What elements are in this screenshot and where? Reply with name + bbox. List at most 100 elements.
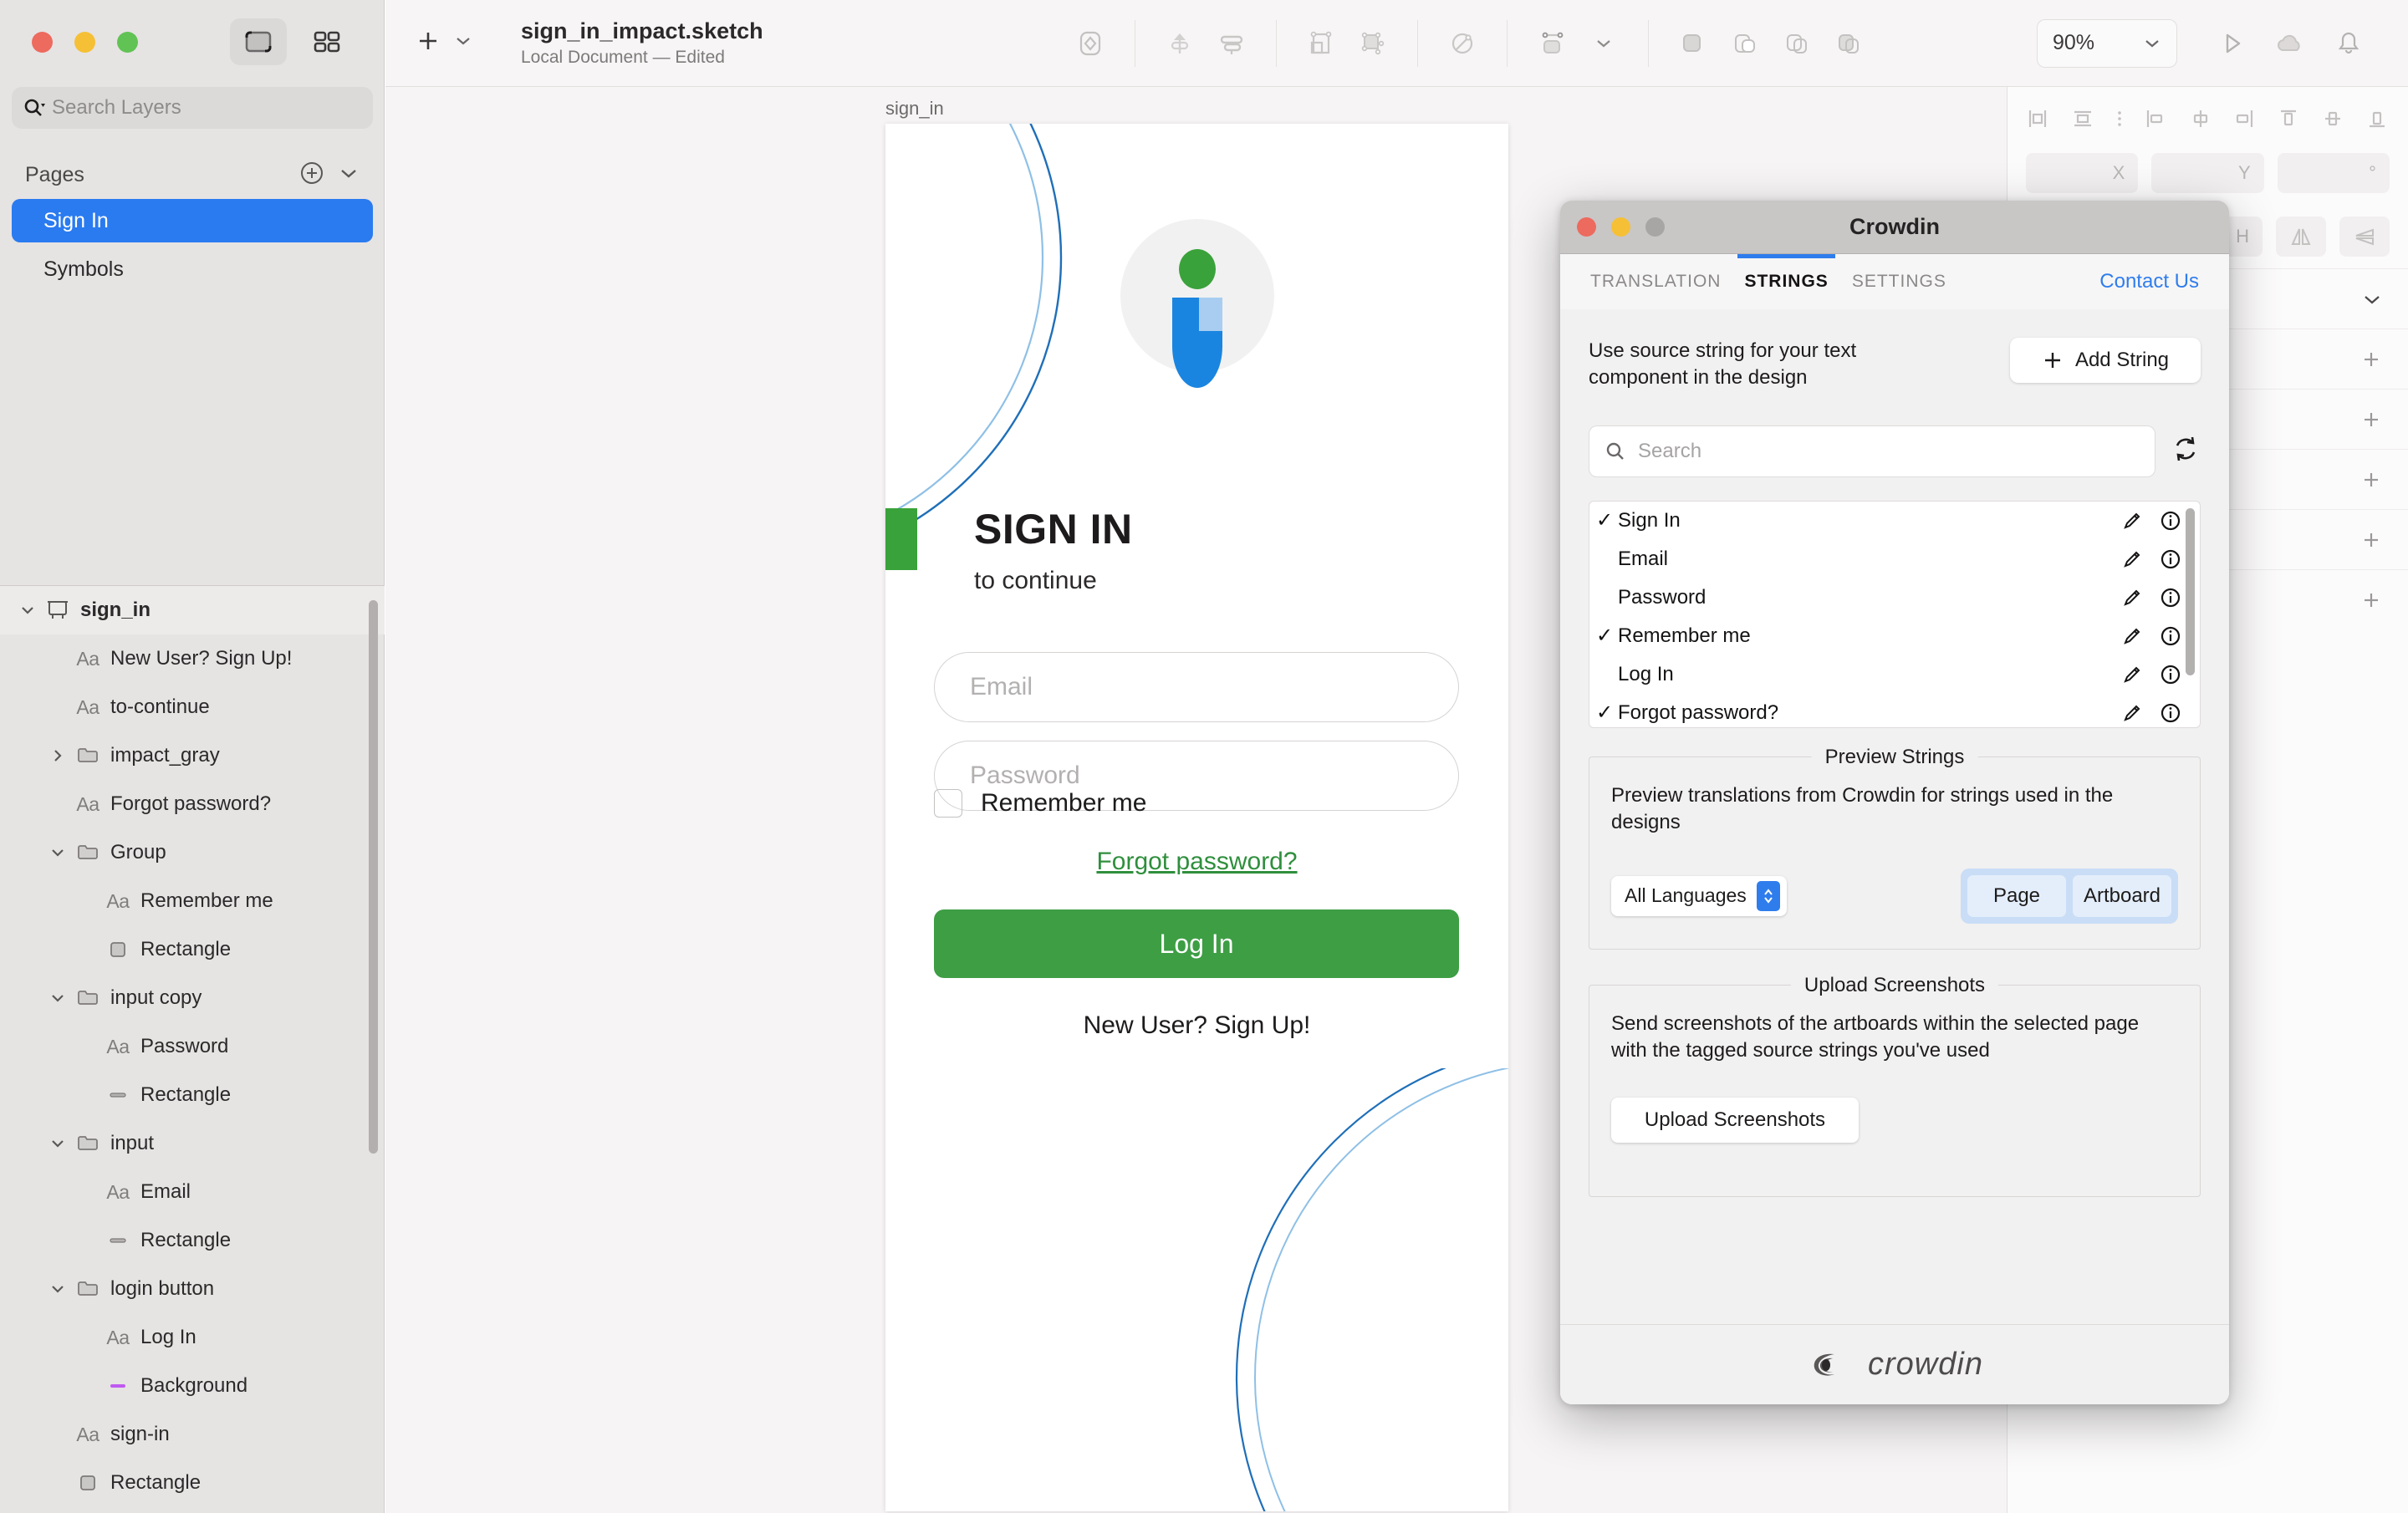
remember-me-checkbox[interactable]	[934, 789, 962, 818]
align-edge-left-button[interactable]	[2144, 107, 2169, 135]
design-email-input[interactable]: Email	[934, 652, 1459, 722]
string-list-item[interactable]: Password	[1589, 578, 2200, 617]
edit-string-button[interactable]	[2113, 586, 2151, 609]
plugin-minimize-button[interactable]	[1611, 217, 1630, 237]
edit-shape-menu-button[interactable]	[1578, 20, 1630, 67]
align-top-button[interactable]	[2276, 107, 2301, 135]
tab-strings[interactable]: STRINGS	[1744, 254, 1828, 309]
layer-row[interactable]: impact_gray	[0, 731, 385, 780]
rotation-field[interactable]: °	[2278, 153, 2390, 193]
layer-row[interactable]: AaLog In	[0, 1313, 385, 1362]
flip-vertical-button[interactable]	[2339, 217, 2390, 257]
insert-button[interactable]	[414, 27, 442, 59]
layer-row[interactable]: AaEmail	[0, 1168, 385, 1216]
add-string-button[interactable]: Add String	[2010, 338, 2201, 383]
upload-screenshots-button[interactable]: Upload Screenshots	[1611, 1098, 1859, 1143]
layer-disclosure-arrow[interactable]	[45, 748, 70, 763]
layer-disclosure-arrow[interactable]	[45, 993, 70, 1003]
y-position-field[interactable]: Y	[2151, 153, 2263, 193]
union-button[interactable]	[1154, 20, 1206, 67]
string-list-item[interactable]: ✓Sign In	[1589, 502, 2200, 540]
search-layers-input[interactable]: Search Layers	[12, 87, 373, 129]
layer-disclosure-arrow[interactable]	[15, 605, 40, 615]
preview-button[interactable]	[2206, 20, 2258, 67]
layer-disclosure-arrow[interactable]	[45, 1139, 70, 1149]
collapse-pages-button[interactable]	[338, 166, 360, 185]
tab-translation[interactable]: TRANSLATION	[1590, 254, 1721, 309]
cloud-button[interactable]	[2264, 20, 2316, 67]
boolean-intersect-button[interactable]	[1771, 20, 1823, 67]
scope-artboard-button[interactable]: Artboard	[2073, 875, 2171, 917]
boolean-difference-button[interactable]	[1823, 20, 1875, 67]
string-info-button[interactable]	[2151, 624, 2190, 648]
strings-list[interactable]: ✓Sign InEmailPassword✓Remember meLog In✓…	[1589, 501, 2201, 728]
design-forgot-password-link[interactable]: Forgot password?	[1096, 848, 1297, 876]
tab-settings[interactable]: SETTINGS	[1852, 254, 1946, 309]
string-list-item[interactable]: Log In	[1589, 655, 2200, 694]
boolean-union-button[interactable]	[1667, 20, 1719, 67]
layer-row[interactable]: AaForgot password?	[0, 780, 385, 828]
strings-search-input[interactable]: Search	[1589, 425, 2155, 477]
layers-scrollbar[interactable]	[369, 600, 378, 1154]
more-align-options-button[interactable]	[2115, 107, 2125, 135]
artboard-sign-in[interactable]: SIGN IN to continue Email Password Remem…	[885, 124, 1508, 1511]
layer-row[interactable]: input	[0, 1119, 385, 1168]
layer-row[interactable]: Rectangle	[0, 1071, 385, 1119]
align-bottom-button[interactable]	[2365, 107, 2390, 135]
boolean-subtract-button[interactable]	[1719, 20, 1771, 67]
zoom-select[interactable]: 90%	[2037, 19, 2177, 68]
layer-row[interactable]: sign_in	[0, 586, 385, 634]
mask-button[interactable]	[1295, 20, 1347, 67]
layer-row[interactable]: AaPassword	[0, 1022, 385, 1071]
design-remember-me[interactable]: Remember me	[934, 789, 1146, 818]
layer-row[interactable]: AaNew User? Sign Up!	[0, 634, 385, 683]
distribute-button[interactable]	[1206, 20, 1258, 67]
string-info-button[interactable]	[2151, 663, 2190, 686]
layer-disclosure-arrow[interactable]	[45, 848, 70, 858]
layer-disclosure-arrow[interactable]	[45, 1284, 70, 1294]
flip-horizontal-button[interactable]	[2276, 217, 2326, 257]
layer-row[interactable]: Group	[0, 828, 385, 877]
align-middle-button[interactable]	[2188, 107, 2213, 135]
minimize-window-button[interactable]	[74, 32, 95, 53]
edit-string-button[interactable]	[2113, 624, 2151, 648]
string-info-button[interactable]	[2151, 509, 2190, 532]
sidebar-page-sign-in[interactable]: Sign In	[12, 199, 373, 242]
refresh-strings-button[interactable]	[2171, 434, 2201, 468]
contact-us-link[interactable]: Contact Us	[2099, 270, 2199, 293]
grid-view-button[interactable]	[298, 18, 355, 65]
add-page-button[interactable]	[299, 160, 324, 190]
edit-shape-button[interactable]	[1526, 20, 1578, 67]
layer-row[interactable]: Aato-continue	[0, 683, 385, 731]
align-center-v-button[interactable]	[2320, 107, 2345, 135]
scale-button[interactable]	[1347, 20, 1399, 67]
edit-string-button[interactable]	[2113, 509, 2151, 532]
string-list-item[interactable]: ✓Forgot password?	[1589, 694, 2200, 728]
string-info-button[interactable]	[2151, 586, 2190, 609]
close-window-button[interactable]	[32, 32, 53, 53]
layer-row[interactable]: Oval Copy 3	[0, 1507, 385, 1513]
edit-string-button[interactable]	[2113, 548, 2151, 571]
sidebar-page-symbols[interactable]: Symbols	[12, 247, 373, 291]
align-center-h-button[interactable]	[2070, 107, 2095, 135]
layer-row[interactable]: AaRemember me	[0, 877, 385, 925]
design-login-button[interactable]: Log In	[934, 909, 1459, 978]
language-select[interactable]: All Languages	[1611, 876, 1787, 916]
canvas-view-button[interactable]	[230, 18, 287, 65]
layer-row[interactable]: Aasign-in	[0, 1410, 385, 1459]
layer-row[interactable]: Background	[0, 1362, 385, 1410]
layer-row[interactable]: Rectangle	[0, 925, 385, 974]
edit-string-button[interactable]	[2113, 663, 2151, 686]
strings-list-scrollbar[interactable]	[2186, 508, 2195, 675]
artboard-name-label[interactable]: sign_in	[885, 98, 944, 120]
rotate-copies-button[interactable]	[1436, 20, 1488, 67]
plugin-close-button[interactable]	[1577, 217, 1596, 237]
layer-row[interactable]: Rectangle	[0, 1216, 385, 1265]
zoom-window-button[interactable]	[117, 32, 138, 53]
string-info-button[interactable]	[2151, 548, 2190, 571]
string-list-item[interactable]: ✓Remember me	[1589, 617, 2200, 655]
string-list-item[interactable]: Email	[1589, 540, 2200, 578]
layer-row[interactable]: input copy	[0, 974, 385, 1022]
scope-page-button[interactable]: Page	[1967, 875, 2066, 917]
align-edge-right-button[interactable]	[2232, 107, 2257, 135]
